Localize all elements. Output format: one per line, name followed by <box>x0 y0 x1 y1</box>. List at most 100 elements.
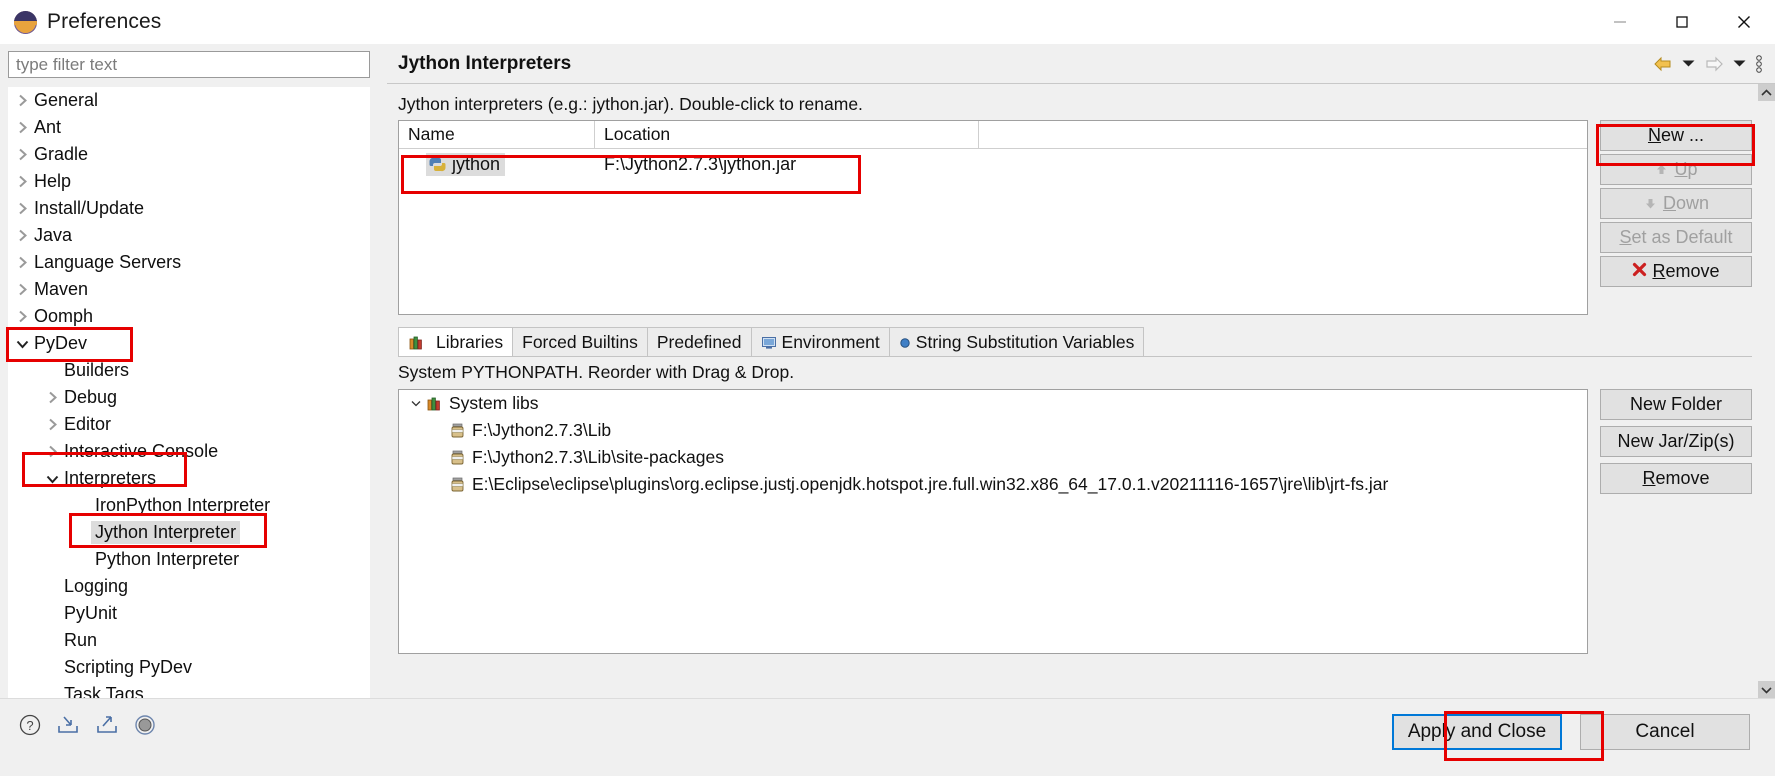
sidebar-item-interpreters[interactable]: Interpreters <box>8 465 353 492</box>
apply-and-close-button[interactable]: Apply and Close <box>1392 714 1562 750</box>
sidebar-item-label: Language Servers <box>34 252 182 272</box>
chevron-right-icon[interactable] <box>45 444 60 459</box>
up-button: Up <box>1600 154 1752 185</box>
forward-history-chevron-down-icon[interactable] <box>1733 59 1746 68</box>
sidebar-item-editor[interactable]: Editor <box>8 411 353 438</box>
library-entry-row[interactable]: F:\Jython2.7.3\Lib <box>399 417 1587 444</box>
chevron-right-icon[interactable] <box>15 174 30 189</box>
content-pane: Jython Interpreters Jython interpreters … <box>387 44 1775 698</box>
set-as-default-button: Set as Default <box>1600 222 1752 253</box>
sidebar-item-ironpython-interpreter[interactable]: IronPython Interpreter <box>8 492 353 519</box>
forward-arrow-icon[interactable] <box>1704 56 1724 72</box>
remove-button[interactable]: Remove <box>1600 463 1752 494</box>
tab-forced-builtins[interactable]: Forced Builtins <box>512 327 648 357</box>
table-row[interactable]: jython F:\Jython2.7.3\jython.jar <box>399 149 1587 179</box>
tab-string-substitution-variables[interactable]: String Substitution Variables <box>888 327 1145 357</box>
content-scrollbar[interactable] <box>1758 84 1775 698</box>
chevron-right-icon[interactable] <box>15 255 30 270</box>
sidebar-item-general[interactable]: General <box>8 87 353 114</box>
view-menu-icon[interactable] <box>1755 54 1763 74</box>
cell-location: F:\Jython2.7.3\jython.jar <box>604 153 797 174</box>
interpreter-table[interactable]: Name Location jython F:\Jython2.7.3\jytho… <box>398 120 1588 315</box>
column-header-location[interactable]: Location <box>595 121 979 149</box>
system-libs-root-row[interactable]: System libs <box>399 390 1587 417</box>
jar-icon <box>449 449 466 466</box>
sidebar-item-install-update[interactable]: Install/Update <box>8 195 353 222</box>
new-jar-zip-s-button[interactable]: New Jar/Zip(s) <box>1600 426 1752 457</box>
minimize-button[interactable] <box>1589 0 1651 44</box>
tab-predefined[interactable]: Predefined <box>646 327 752 357</box>
tabs-underline <box>398 356 1752 357</box>
sidebar-item-logging[interactable]: Logging <box>8 573 353 600</box>
sidebar-item-python-interpreter[interactable]: Python Interpreter <box>8 546 353 573</box>
chevron-right-icon[interactable] <box>15 93 30 108</box>
system-pythonpath-tree[interactable]: System libs F:\Jython2.7.3\Lib F:\Jython2… <box>398 389 1588 654</box>
tab-libraries[interactable]: Libraries <box>398 327 514 357</box>
chevron-down-icon[interactable] <box>15 336 30 351</box>
sidebar-item-label: Install/Update <box>34 198 145 218</box>
new-folder-button[interactable]: New Folder <box>1600 389 1752 420</box>
python-file-icon <box>429 156 446 173</box>
tab-label: Predefined <box>656 332 742 352</box>
sidebar-item-help[interactable]: Help <box>8 168 353 195</box>
sidebar-item-pydev[interactable]: PyDev <box>8 330 353 357</box>
sidebar-item-interactive-console[interactable]: Interactive Console <box>8 438 353 465</box>
sidebar-item-scripting-pydev[interactable]: Scripting PyDev <box>8 654 353 681</box>
sidebar-item-task-tags[interactable]: Task Tags <box>8 681 353 698</box>
preferences-window: Preferences GeneralAntGr <box>0 0 1775 776</box>
libraries-icon <box>426 395 443 412</box>
sidebar-item-maven[interactable]: Maven <box>8 276 353 303</box>
sidebar-item-java[interactable]: Java <box>8 222 353 249</box>
tab-environment[interactable]: Environment <box>750 327 890 357</box>
jar-icon <box>449 476 466 493</box>
button-label: Apply and Close <box>1407 721 1547 742</box>
import-icon[interactable] <box>55 713 81 742</box>
back-arrow-icon[interactable] <box>1653 56 1673 72</box>
content-scroll-up-button[interactable] <box>1758 84 1775 101</box>
sidebar-item-ant[interactable]: Ant <box>8 114 353 141</box>
new-button[interactable]: New ... <box>1600 120 1752 151</box>
maximize-button[interactable] <box>1651 0 1713 44</box>
sidebar-item-jython-interpreter[interactable]: Jython Interpreter <box>8 519 353 546</box>
sidebar-item-oomph[interactable]: Oomph <box>8 303 353 330</box>
sidebar-item-builders[interactable]: Builders <box>8 357 353 384</box>
sidebar-item-language-servers[interactable]: Language Servers <box>8 249 353 276</box>
chevron-right-icon[interactable] <box>45 390 60 405</box>
oomph-sync-icon[interactable] <box>133 713 157 742</box>
chevron-right-icon <box>18 256 27 269</box>
chevron-right-icon[interactable] <box>15 228 30 243</box>
library-entry-row[interactable]: E:\Eclipse\eclipse\plugins\org.eclipse.j… <box>399 471 1587 498</box>
blue-dot-icon <box>899 337 911 349</box>
cancel-button[interactable]: Cancel <box>1580 714 1750 750</box>
library-entry-label: F:\Jython2.7.3\Lib <box>472 420 612 440</box>
button-label: Cancel <box>1635 721 1695 742</box>
close-button[interactable] <box>1713 0 1775 44</box>
chevron-right-icon[interactable] <box>15 147 30 162</box>
help-icon[interactable]: ? <box>18 713 42 742</box>
sidebar-item-pyunit[interactable]: PyUnit <box>8 600 353 627</box>
maximize-icon <box>1676 16 1688 28</box>
sidebar-item-label: Maven <box>34 279 89 299</box>
column-header-name[interactable]: Name <box>399 121 595 149</box>
chevron-right-icon[interactable] <box>15 282 30 297</box>
content-scroll-down-button[interactable] <box>1758 681 1775 698</box>
chevron-right-icon[interactable] <box>45 417 60 432</box>
export-icon[interactable] <box>94 713 120 742</box>
search-input[interactable] <box>8 51 370 78</box>
back-history-chevron-down-icon[interactable] <box>1682 59 1695 68</box>
window-title: Preferences <box>47 10 162 33</box>
chevron-right-icon[interactable] <box>15 120 30 135</box>
preferences-tree[interactable]: General Ant Gradle Help Install/Update Java La… <box>8 87 370 698</box>
sidebar-item-gradle[interactable]: Gradle <box>8 141 353 168</box>
sidebar-item-run[interactable]: Run <box>8 627 353 654</box>
interpreter-button-group: New ... Up Down Set as Default Remove <box>1600 120 1752 290</box>
header-navigation <box>1653 54 1775 74</box>
library-entry-row[interactable]: F:\Jython2.7.3\Lib\site-packages <box>399 444 1587 471</box>
remove-button[interactable]: Remove <box>1600 256 1752 287</box>
chevron-down-icon[interactable] <box>408 400 423 407</box>
chevron-down-icon[interactable] <box>45 471 60 486</box>
sidebar-item-debug[interactable]: Debug <box>8 384 353 411</box>
chevron-right-icon[interactable] <box>15 201 30 216</box>
chevron-right-icon[interactable] <box>15 309 30 324</box>
